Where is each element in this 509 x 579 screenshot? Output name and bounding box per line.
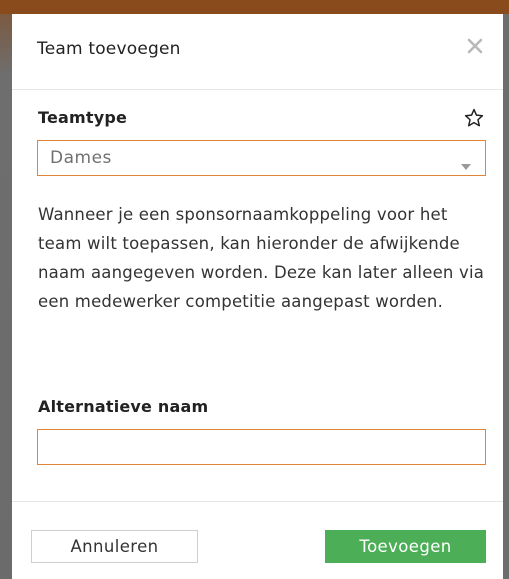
teamtype-selected-value: Dames	[50, 148, 112, 168]
dialog-footer: Annuleren Toevoegen	[12, 501, 503, 579]
add-team-button[interactable]: Toevoegen	[325, 530, 486, 563]
dialog-title: Team toevoegen	[37, 39, 181, 59]
close-icon[interactable]	[465, 36, 485, 56]
alternative-name-input[interactable]	[37, 429, 486, 465]
teamtype-label: Teamtype	[38, 108, 128, 127]
sponsor-name-help-text: Wanneer je een sponsornaamkoppeling voor…	[38, 205, 485, 311]
alternative-name-label: Alternatieve naam	[38, 397, 209, 416]
page-backdrop-left	[0, 14, 12, 579]
star-icon[interactable]	[463, 107, 485, 129]
page-backdrop-right	[503, 14, 509, 579]
add-team-dialog: Team toevoegen Teamtype Dames Wanneer je…	[12, 14, 503, 579]
page-backdrop-top	[0, 0, 509, 14]
cancel-button[interactable]: Annuleren	[31, 530, 198, 563]
teamtype-select[interactable]: Dames	[37, 140, 486, 176]
chevron-down-icon	[461, 155, 471, 170]
dialog-header: Team toevoegen	[12, 14, 503, 90]
